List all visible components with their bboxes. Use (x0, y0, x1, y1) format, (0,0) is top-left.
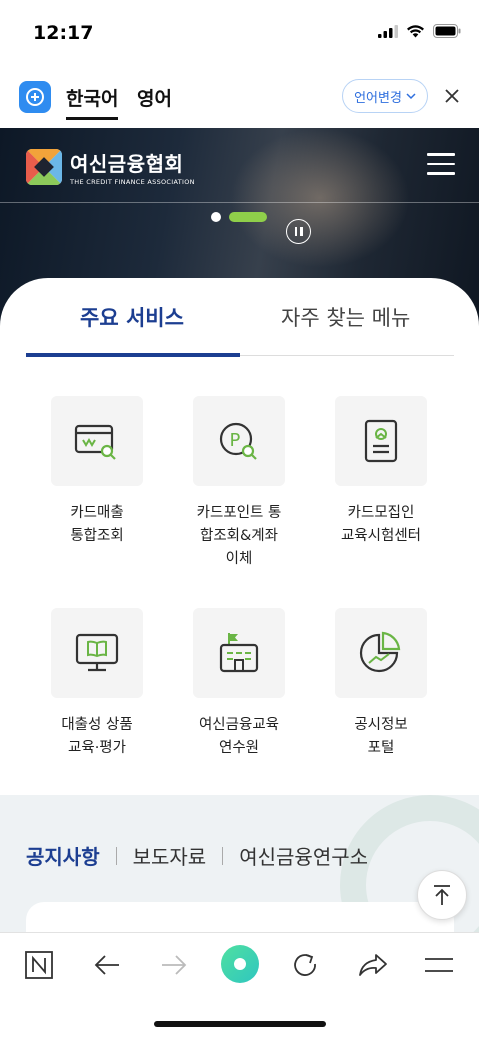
battery-icon (433, 24, 461, 38)
logo-mark-icon (26, 149, 62, 185)
wifi-icon (407, 25, 424, 38)
tab-active-underline (26, 353, 240, 357)
main-services-card: 주요 서비스 자주 찾는 메뉴 카드매출 통합조회 P 카드포인트 통 합조회&… (0, 278, 479, 798)
site-logo[interactable]: 여신금융협회 THE CREDIT FINANCE ASSOCIATION (26, 148, 195, 186)
arrow-right-icon (162, 955, 187, 975)
hero-image (230, 128, 410, 268)
status-bar: 12:17 (0, 0, 479, 68)
translate-app-icon[interactable] (19, 81, 51, 113)
service-label: 카드포인트 통 합조회&계좌 이체 (196, 505, 282, 567)
signal-icon (378, 24, 398, 38)
hamburger-menu-icon[interactable] (427, 153, 455, 175)
arrow-left-icon (94, 955, 119, 975)
service-label: 카드매출 통합조회 (70, 505, 124, 544)
scroll-to-top-button[interactable] (417, 870, 467, 920)
service-card-point-inquiry[interactable]: P 카드포인트 통 합조회&계좌 이체 (179, 396, 299, 571)
refresh-icon (294, 954, 316, 976)
hamburger-icon (425, 958, 453, 972)
service-tabs: 주요 서비스 자주 찾는 메뉴 (26, 298, 454, 357)
tab-main-services[interactable]: 주요 서비스 (80, 302, 184, 332)
news-tabs: 공지사항 보도자료 여신금융연구소 (26, 841, 368, 870)
close-icon[interactable] (442, 86, 462, 106)
pause-icon[interactable] (286, 219, 311, 244)
service-card-disclosure-portal[interactable]: 공시정보 포털 (321, 608, 441, 760)
carousel-dot[interactable] (211, 212, 221, 222)
service-label: 카드모집인 교육시험센터 (340, 505, 422, 544)
share-button[interactable] (355, 947, 391, 983)
card-search-icon (74, 424, 116, 460)
change-language-label: 언어변경 (354, 90, 402, 106)
news-divider (115, 846, 117, 865)
pie-chart-icon (359, 631, 401, 673)
carousel-dot-active[interactable] (229, 212, 267, 222)
tab-frequent-menu[interactable]: 자주 찾는 메뉴 (281, 302, 410, 332)
n-logo-icon (25, 951, 53, 979)
language-tab-english[interactable]: 영어 (137, 84, 172, 111)
service-card-recruiter-exam[interactable]: 카드모집인 교육시험센터 (321, 396, 441, 548)
language-tab-korean[interactable]: 한국어 (66, 84, 119, 120)
arrow-up-icon (434, 885, 450, 905)
home-indicator (154, 1021, 326, 1027)
monitor-book-icon (75, 633, 119, 672)
chevron-down-icon (406, 92, 416, 99)
service-card-training-institute[interactable]: 여신금융교육 연수원 (179, 608, 299, 760)
tab-notices[interactable]: 공지사항 (26, 841, 100, 870)
logo-title: 여신금융협회 (70, 152, 184, 176)
share-icon (359, 954, 387, 976)
building-flag-icon (219, 633, 259, 673)
status-icons (378, 24, 461, 38)
hero-divider (0, 202, 479, 203)
translate-bar: 한국어 영어 언어변경 (0, 68, 479, 128)
green-dot-icon (221, 945, 259, 983)
naver-home-button[interactable] (21, 947, 57, 983)
back-button[interactable] (89, 947, 125, 983)
change-language-button[interactable]: 언어변경 (342, 79, 428, 113)
refresh-button[interactable] (288, 947, 324, 983)
document-certificate-icon (364, 419, 398, 463)
status-time: 12:17 (33, 22, 94, 44)
green-dot-button[interactable] (220, 944, 260, 984)
menu-button[interactable] (421, 947, 457, 983)
service-label: 여신금융교육 연수원 (198, 717, 280, 756)
service-label: 공시정보 포털 (354, 717, 408, 756)
logo-subtitle: THE CREDIT FINANCE ASSOCIATION (70, 178, 195, 186)
service-label: 대출성 상품 교육·평가 (61, 717, 133, 756)
point-search-icon: P (219, 422, 257, 460)
carousel-indicator (211, 212, 267, 222)
news-list-card[interactable] (26, 902, 454, 935)
news-section: 공지사항 보도자료 여신금융연구소 (0, 795, 479, 935)
news-divider (222, 846, 224, 865)
forward-button[interactable] (156, 947, 192, 983)
svg-text:P: P (230, 430, 241, 451)
service-card-sales-inquiry[interactable]: 카드매출 통합조회 (37, 396, 157, 548)
tab-research-institute[interactable]: 여신금융연구소 (239, 841, 368, 870)
service-card-loan-education[interactable]: 대출성 상품 교육·평가 (37, 608, 157, 760)
tab-press-releases[interactable]: 보도자료 (133, 841, 207, 870)
